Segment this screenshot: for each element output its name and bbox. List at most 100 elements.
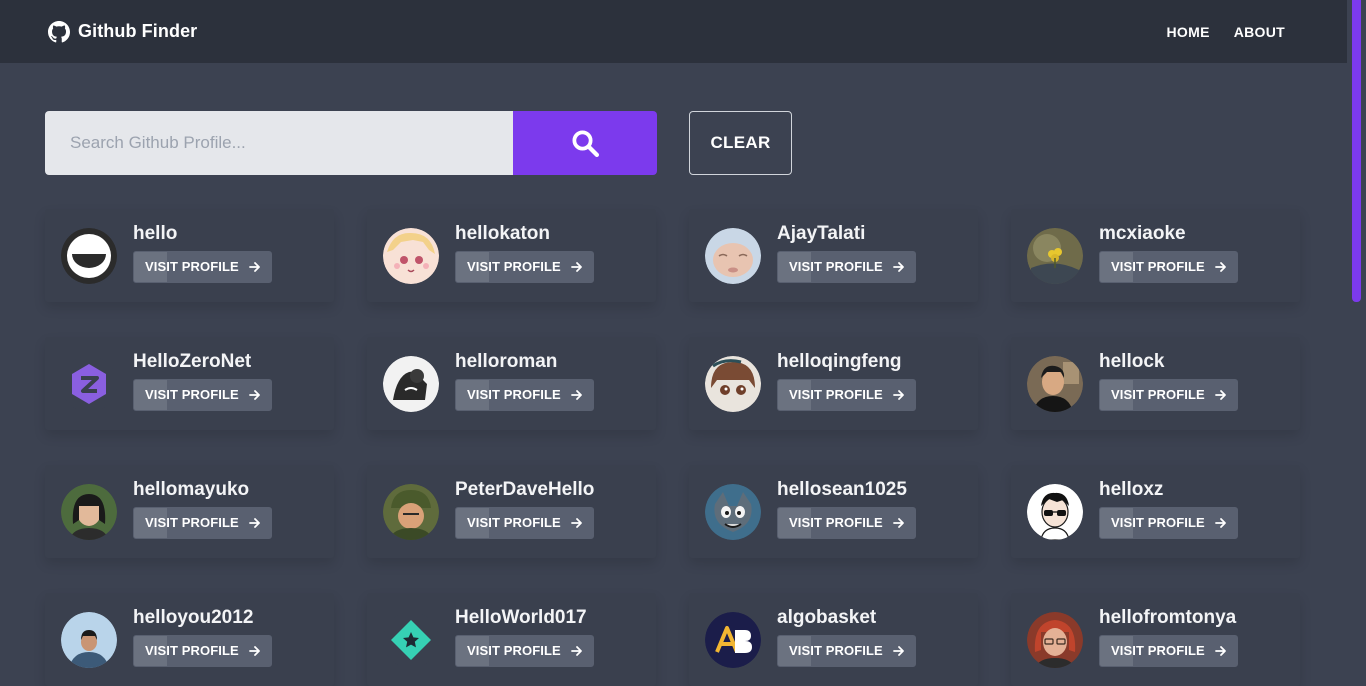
avatar <box>705 611 761 668</box>
username: helloxz <box>1099 478 1164 500</box>
user-card: PeterDaveHello VISIT PROFILE <box>367 465 656 558</box>
clear-button[interactable]: CLEAR <box>689 111 792 175</box>
search-icon <box>572 130 599 157</box>
username: helloqingfeng <box>777 350 902 372</box>
visit-profile-label: VISIT PROFILE <box>467 643 561 658</box>
visit-profile-label: VISIT PROFILE <box>145 259 239 274</box>
username: helloyou2012 <box>133 606 254 628</box>
visit-profile-label: VISIT PROFILE <box>467 387 561 402</box>
visit-profile-label: VISIT PROFILE <box>1111 387 1205 402</box>
avatar <box>1027 483 1083 540</box>
user-card: hellofromtonya VISIT PROFILE <box>1011 593 1300 686</box>
visit-profile-label: VISIT PROFILE <box>789 643 883 658</box>
visit-profile-button[interactable]: VISIT PROFILE <box>1099 506 1238 539</box>
visit-profile-button[interactable]: VISIT PROFILE <box>455 250 594 283</box>
avatar <box>383 355 439 412</box>
avatar <box>383 483 439 540</box>
visit-profile-button[interactable]: VISIT PROFILE <box>777 506 916 539</box>
avatar <box>1027 355 1083 412</box>
arrow-right-icon <box>570 645 582 656</box>
user-card: mcxiaoke VISIT PROFILE <box>1011 209 1300 302</box>
visit-profile-button[interactable]: VISIT PROFILE <box>1099 250 1238 283</box>
scrollbar-thumb[interactable] <box>1352 0 1361 302</box>
avatar <box>705 355 761 412</box>
arrow-right-icon <box>570 517 582 528</box>
avatar <box>705 227 761 284</box>
visit-profile-button[interactable]: VISIT PROFILE <box>133 634 272 667</box>
visit-profile-label: VISIT PROFILE <box>789 387 883 402</box>
visit-profile-label: VISIT PROFILE <box>789 515 883 530</box>
visit-profile-button[interactable]: VISIT PROFILE <box>1099 378 1238 411</box>
user-card: hellock VISIT PROFILE <box>1011 337 1300 430</box>
user-card: helloxz VISIT PROFILE <box>1011 465 1300 558</box>
scrollbar[interactable] <box>1347 0 1366 666</box>
arrow-right-icon <box>570 261 582 272</box>
visit-profile-label: VISIT PROFILE <box>467 515 561 530</box>
visit-profile-button[interactable]: VISIT PROFILE <box>777 634 916 667</box>
arrow-right-icon <box>1214 645 1226 656</box>
user-card: hellomayuko VISIT PROFILE <box>45 465 334 558</box>
user-card: helloqingfeng VISIT PROFILE <box>689 337 978 430</box>
visit-profile-button[interactable]: VISIT PROFILE <box>133 378 272 411</box>
search-form: CLEAR <box>45 111 792 175</box>
avatar <box>61 483 117 540</box>
visit-profile-button[interactable]: VISIT PROFILE <box>455 634 594 667</box>
nav-home-link[interactable]: HOME <box>1167 24 1210 40</box>
username: hello <box>133 222 178 244</box>
visit-profile-button[interactable]: VISIT PROFILE <box>455 506 594 539</box>
username: hellomayuko <box>133 478 250 500</box>
username: hellock <box>1099 350 1165 372</box>
arrow-right-icon <box>1214 389 1226 400</box>
visit-profile-button[interactable]: VISIT PROFILE <box>777 378 916 411</box>
visit-profile-button[interactable]: VISIT PROFILE <box>455 378 594 411</box>
visit-profile-button[interactable]: VISIT PROFILE <box>1099 634 1238 667</box>
visit-profile-button[interactable]: VISIT PROFILE <box>133 506 272 539</box>
username: hellokaton <box>455 222 551 244</box>
user-card: AjayTalati VISIT PROFILE <box>689 209 978 302</box>
user-card: hellokaton VISIT PROFILE <box>367 209 656 302</box>
search-input[interactable] <box>45 111 513 175</box>
user-card: algobasket VISIT PROFILE <box>689 593 978 686</box>
user-card: hello VISIT PROFILE <box>45 209 334 302</box>
arrow-right-icon <box>248 517 260 528</box>
avatar <box>383 227 439 284</box>
user-card: hellosean1025 VISIT PROFILE <box>689 465 978 558</box>
avatar <box>61 611 117 668</box>
username: hellosean1025 <box>777 478 907 500</box>
nav-about-link[interactable]: ABOUT <box>1234 24 1285 40</box>
avatar <box>61 355 117 412</box>
user-card: helloyou2012 VISIT PROFILE <box>45 593 334 686</box>
visit-profile-label: VISIT PROFILE <box>789 259 883 274</box>
visit-profile-label: VISIT PROFILE <box>1111 515 1205 530</box>
arrow-right-icon <box>1214 517 1226 528</box>
user-grid: hello VISIT PROFILE hellokaton VISIT PRO… <box>45 209 1300 686</box>
user-card: HelloZeroNet VISIT PROFILE <box>45 337 334 430</box>
arrow-right-icon <box>1214 261 1226 272</box>
arrow-right-icon <box>892 517 904 528</box>
user-card: HelloWorld017 VISIT PROFILE <box>367 593 656 686</box>
arrow-right-icon <box>248 645 260 656</box>
brand[interactable]: Github Finder <box>48 20 197 43</box>
username: HelloWorld017 <box>455 606 587 628</box>
search-button[interactable] <box>513 111 657 175</box>
arrow-right-icon <box>892 645 904 656</box>
arrow-right-icon <box>248 261 260 272</box>
username: helloroman <box>455 350 558 372</box>
arrow-right-icon <box>892 261 904 272</box>
username: algobasket <box>777 606 877 628</box>
visit-profile-label: VISIT PROFILE <box>467 259 561 274</box>
arrow-right-icon <box>892 389 904 400</box>
username: mcxiaoke <box>1099 222 1186 244</box>
arrow-right-icon <box>248 389 260 400</box>
visit-profile-button[interactable]: VISIT PROFILE <box>133 250 272 283</box>
username: AjayTalati <box>777 222 866 244</box>
navbar: Github Finder HOME ABOUT <box>0 0 1347 63</box>
nav-links: HOME ABOUT <box>1167 24 1285 40</box>
visit-profile-label: VISIT PROFILE <box>145 643 239 658</box>
username: PeterDaveHello <box>455 478 595 500</box>
visit-profile-label: VISIT PROFILE <box>1111 643 1205 658</box>
avatar <box>1027 227 1083 284</box>
visit-profile-label: VISIT PROFILE <box>1111 259 1205 274</box>
username: HelloZeroNet <box>133 350 252 372</box>
visit-profile-button[interactable]: VISIT PROFILE <box>777 250 916 283</box>
